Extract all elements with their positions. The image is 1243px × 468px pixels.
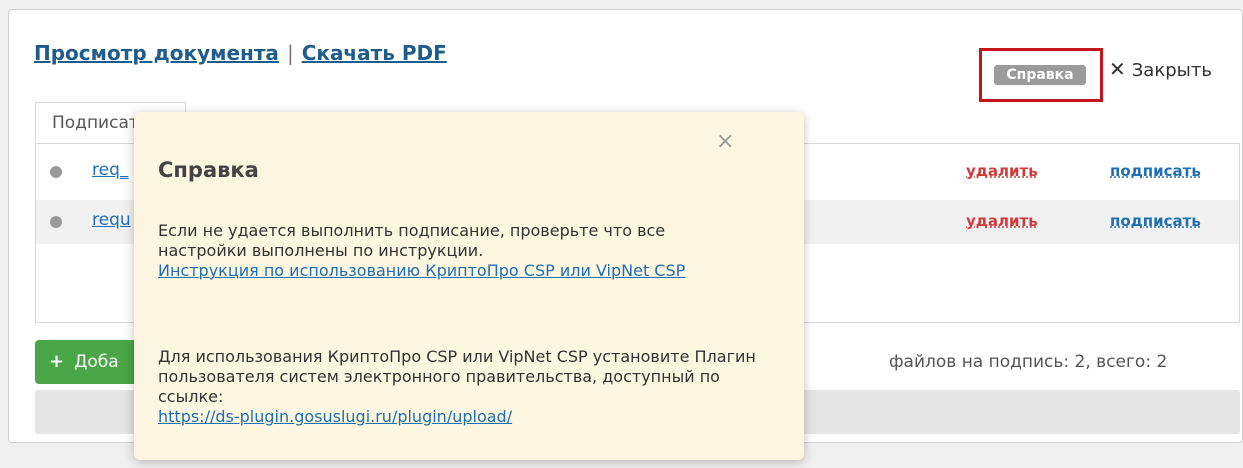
- plus-icon: +: [49, 351, 65, 372]
- popup-text-2: Для использования КриптоПро CSP или VipN…: [158, 347, 756, 406]
- popup-paragraph-2: Для использования КриптоПро CSP или VipN…: [158, 347, 758, 427]
- view-document-link[interactable]: Просмотр документа: [34, 41, 279, 65]
- file-link[interactable]: req_: [92, 160, 128, 180]
- popup-text-1: Если не удается выполнить подписание, пр…: [158, 221, 666, 260]
- sign-link[interactable]: подписать: [1110, 212, 1201, 230]
- close-button[interactable]: ✕ Закрыть: [1109, 57, 1212, 81]
- popup-title: Справка: [158, 158, 259, 182]
- add-file-label: Доба: [74, 352, 119, 372]
- help-button[interactable]: Справка: [994, 65, 1086, 85]
- close-icon: ✕: [1109, 57, 1126, 81]
- help-highlight-box: Справка: [979, 48, 1103, 102]
- help-popup: × Справка Если не удается выполнить подп…: [134, 112, 804, 460]
- delete-link[interactable]: удалить: [966, 212, 1038, 230]
- sign-link[interactable]: подписать: [1110, 162, 1201, 180]
- popup-paragraph-1: Если не удается выполнить подписание, пр…: [158, 221, 758, 281]
- file-link[interactable]: requ: [92, 210, 131, 230]
- delete-link[interactable]: удалить: [966, 162, 1038, 180]
- instruction-link[interactable]: Инструкция по использованию КриптоПро CS…: [158, 261, 685, 280]
- bullet-icon: [50, 166, 62, 178]
- download-pdf-link[interactable]: Скачать PDF: [302, 41, 447, 65]
- header-separator: |: [286, 41, 294, 65]
- header-links: Просмотр документа | Скачать PDF: [34, 41, 447, 65]
- bullet-icon: [50, 216, 62, 228]
- close-icon[interactable]: ×: [716, 129, 734, 154]
- files-count: файлов на подпись: 2, всего: 2: [889, 352, 1168, 372]
- close-label: Закрыть: [1131, 60, 1212, 81]
- plugin-link[interactable]: https://ds-plugin.gosuslugi.ru/plugin/up…: [158, 407, 512, 426]
